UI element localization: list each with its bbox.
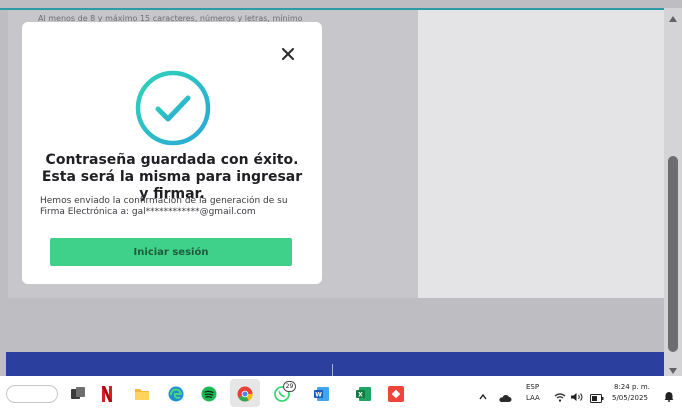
chrome-icon[interactable] [237, 386, 253, 402]
edge-icon[interactable] [168, 386, 184, 402]
svg-text:X: X [358, 392, 363, 399]
battery-icon[interactable] [590, 388, 604, 403]
language-indicator[interactable]: ESP [526, 383, 539, 392]
page-footer-bar [6, 352, 666, 376]
right-background-panel [418, 10, 664, 298]
close-icon[interactable] [279, 45, 297, 63]
confirmation-message: Hemos enviado la confirmación de la gene… [40, 196, 288, 217]
excel-icon[interactable]: X [356, 386, 372, 402]
scroll-up-arrow-icon[interactable] [669, 16, 677, 22]
word-icon[interactable]: W [314, 386, 330, 402]
file-explorer-icon[interactable] [70, 386, 86, 402]
wifi-icon[interactable] [554, 387, 566, 402]
anydesk-icon[interactable] [388, 386, 404, 402]
chevron-up-icon[interactable] [478, 387, 488, 400]
cloud-icon[interactable] [498, 388, 512, 402]
scroll-thumb[interactable] [668, 156, 678, 352]
browser-viewport: Al menos de 8 y máximo 15 caracteres, nú… [0, 0, 682, 376]
windows-taskbar: 29 W X ESP LAA 8:24 p. m. 5/05/2025 [0, 376, 682, 408]
scroll-down-arrow-icon[interactable] [669, 368, 677, 374]
clock-date[interactable]: 5/05/2025 [612, 394, 648, 403]
folder-icon[interactable] [134, 386, 150, 402]
notification-bell-icon[interactable] [662, 387, 676, 402]
taskbar-search-box[interactable] [6, 385, 58, 403]
success-modal: Contraseña guardada con éxito. Esta será… [22, 22, 322, 284]
whatsapp-notification-badge: 29 [283, 381, 296, 392]
vertical-scrollbar[interactable] [664, 8, 682, 376]
clock-time[interactable]: 8:24 p. m. [614, 383, 650, 392]
login-button[interactable]: Iniciar sesión [50, 238, 292, 266]
netflix-icon[interactable] [102, 386, 112, 402]
svg-text:W: W [315, 392, 322, 399]
spotify-icon[interactable] [201, 386, 217, 402]
checkmark-circle-icon [134, 69, 212, 147]
region-indicator[interactable]: LAA [526, 394, 540, 403]
footer-divider [332, 364, 333, 376]
volume-icon[interactable] [570, 387, 584, 401]
